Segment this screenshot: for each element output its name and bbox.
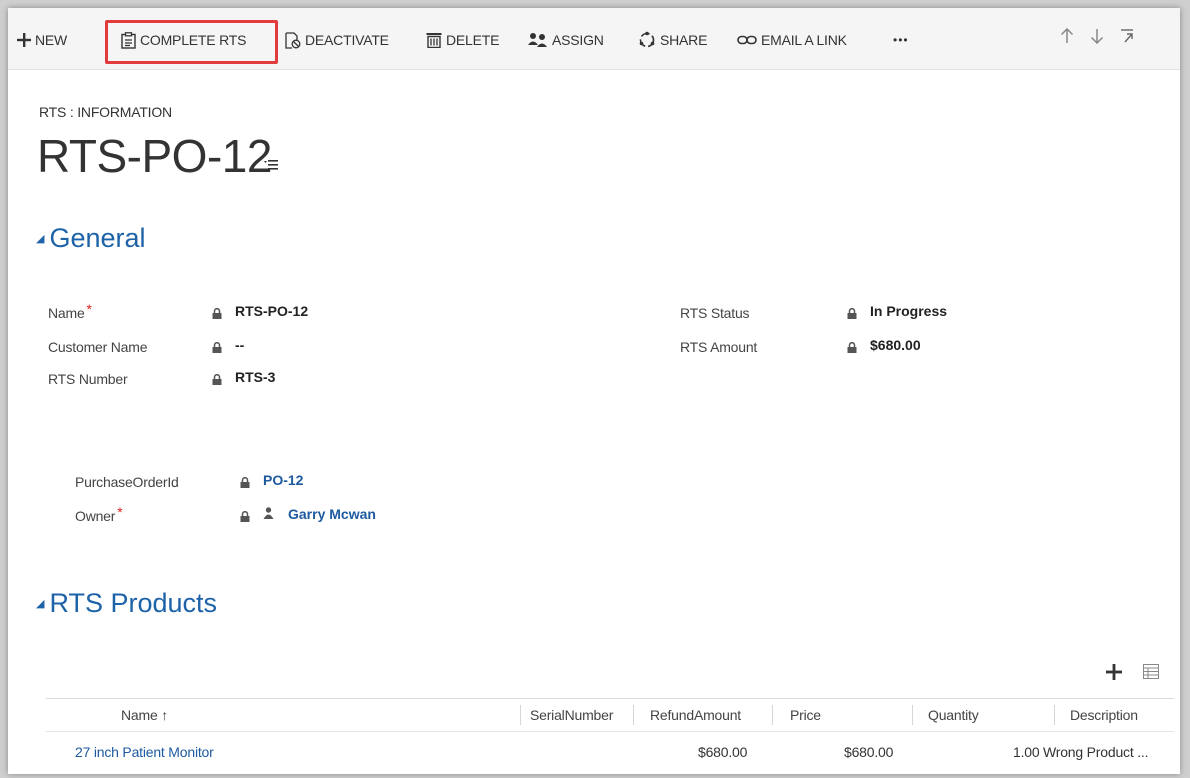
name-value-text: RTS-PO-12 xyxy=(235,303,309,319)
product-name-link[interactable]: 27 inch Patient Monitor xyxy=(75,744,214,760)
column-divider xyxy=(1054,705,1055,725)
lock-icon xyxy=(847,340,857,353)
lock-icon xyxy=(847,306,857,319)
trash-icon xyxy=(426,32,442,48)
deactivate-icon xyxy=(285,31,301,49)
price-cell: $680.00 xyxy=(844,744,894,760)
add-record-button[interactable] xyxy=(1106,664,1122,685)
owner-value[interactable]: Garry Mcwan xyxy=(240,506,376,522)
quantity-cell: 1.00 xyxy=(1013,744,1040,760)
column-divider xyxy=(520,705,521,725)
email-link-button[interactable]: EMAIL A LINK xyxy=(737,26,847,54)
column-divider xyxy=(772,705,773,725)
rts-number-label: RTS Number xyxy=(48,371,128,387)
name-label-text: Name xyxy=(48,305,85,321)
form-selector-icon[interactable] xyxy=(264,158,278,176)
customer-name-text: -- xyxy=(235,337,245,353)
owner-link[interactable]: Garry Mcwan xyxy=(288,506,376,522)
column-header-price[interactable]: Price xyxy=(790,707,821,723)
share-label: SHARE xyxy=(660,32,708,48)
share-button[interactable]: SHARE xyxy=(638,26,707,54)
purchase-order-label: PurchaseOrderId xyxy=(75,474,179,490)
plus-icon xyxy=(17,33,31,47)
required-marker: * xyxy=(86,301,92,317)
rts-amount-value: $680.00 xyxy=(847,337,921,353)
description-cell: Wrong Product ... xyxy=(1043,744,1149,760)
customer-name-value: -- xyxy=(212,337,244,353)
lock-icon xyxy=(212,340,222,353)
section-rts-products-title: RTS Products xyxy=(49,588,218,618)
customer-name-label: Customer Name xyxy=(48,339,148,355)
rts-number-value: RTS-3 xyxy=(212,369,275,385)
assign-label: ASSIGN xyxy=(552,32,604,48)
column-header-serial[interactable]: SerialNumber xyxy=(530,707,613,723)
column-divider xyxy=(633,705,634,725)
new-label: NEW xyxy=(35,32,68,48)
rts-status-value: In Progress xyxy=(847,303,947,319)
lock-icon xyxy=(212,372,222,385)
column-header-description[interactable]: Description xyxy=(1070,707,1138,723)
share-icon xyxy=(638,31,656,49)
page-title: RTS-PO-12 xyxy=(37,130,272,182)
form-window: NEW COMPLETE RTS DEACTIVATE DELETE ASSIG… xyxy=(8,8,1180,774)
collapse-triangle-icon: ◢ xyxy=(36,598,45,610)
section-general-title: General xyxy=(49,223,146,253)
delete-label: DELETE xyxy=(446,32,500,48)
rts-number-text: RTS-3 xyxy=(235,369,276,385)
purchase-order-link[interactable]: PO-12 xyxy=(263,472,303,488)
collapse-triangle-icon: ◢ xyxy=(36,233,45,245)
purchase-order-value[interactable]: PO-12 xyxy=(240,472,303,488)
view-selector-icon[interactable] xyxy=(1143,664,1159,684)
new-button[interactable]: NEW xyxy=(17,26,67,54)
products-grid-header: Name ↑ SerialNumber RefundAmount Price Q… xyxy=(46,698,1174,732)
column-header-quantity[interactable]: Quantity xyxy=(928,707,979,723)
lock-icon xyxy=(212,306,222,319)
owner-field-label: Owner * xyxy=(75,504,123,524)
user-icon xyxy=(263,506,274,522)
column-header-refund[interactable]: RefundAmount xyxy=(650,707,741,723)
required-marker: * xyxy=(117,504,123,520)
arrow-down-icon[interactable] xyxy=(1090,28,1104,49)
lock-icon xyxy=(240,475,250,488)
assign-button[interactable]: ASSIGN xyxy=(528,26,604,54)
owner-label-text: Owner xyxy=(75,508,116,524)
rts-status-label: RTS Status xyxy=(680,305,750,321)
column-divider xyxy=(912,705,913,725)
entity-form-label: RTS : INFORMATION xyxy=(39,104,172,120)
column-header-name[interactable]: Name ↑ xyxy=(121,707,168,723)
popout-icon[interactable] xyxy=(1120,28,1134,49)
assign-users-icon xyxy=(528,32,548,48)
section-general-header[interactable]: ◢ General xyxy=(36,223,146,254)
arrow-up-icon[interactable] xyxy=(1060,27,1074,49)
highlight-box xyxy=(105,20,278,64)
more-commands-button[interactable]: ••• xyxy=(893,26,909,54)
lock-icon xyxy=(240,509,250,522)
deactivate-button[interactable]: DEACTIVATE xyxy=(285,26,389,54)
command-bar: NEW COMPLETE RTS DEACTIVATE DELETE ASSIG… xyxy=(8,8,1180,70)
section-rts-products-header[interactable]: ◢ RTS Products xyxy=(36,588,217,619)
more-icon: ••• xyxy=(893,33,909,47)
refund-amount-cell: $680.00 xyxy=(698,744,748,760)
rts-status-text: In Progress xyxy=(870,303,948,319)
link-icon xyxy=(737,35,757,45)
rts-amount-text: $680.00 xyxy=(870,337,921,353)
name-field-value: RTS-PO-12 xyxy=(212,303,308,319)
email-link-label: EMAIL A LINK xyxy=(761,32,847,48)
rts-amount-label: RTS Amount xyxy=(680,339,758,355)
name-field-label: Name * xyxy=(48,301,92,321)
deactivate-label: DEACTIVATE xyxy=(305,32,389,48)
delete-button[interactable]: DELETE xyxy=(426,26,499,54)
